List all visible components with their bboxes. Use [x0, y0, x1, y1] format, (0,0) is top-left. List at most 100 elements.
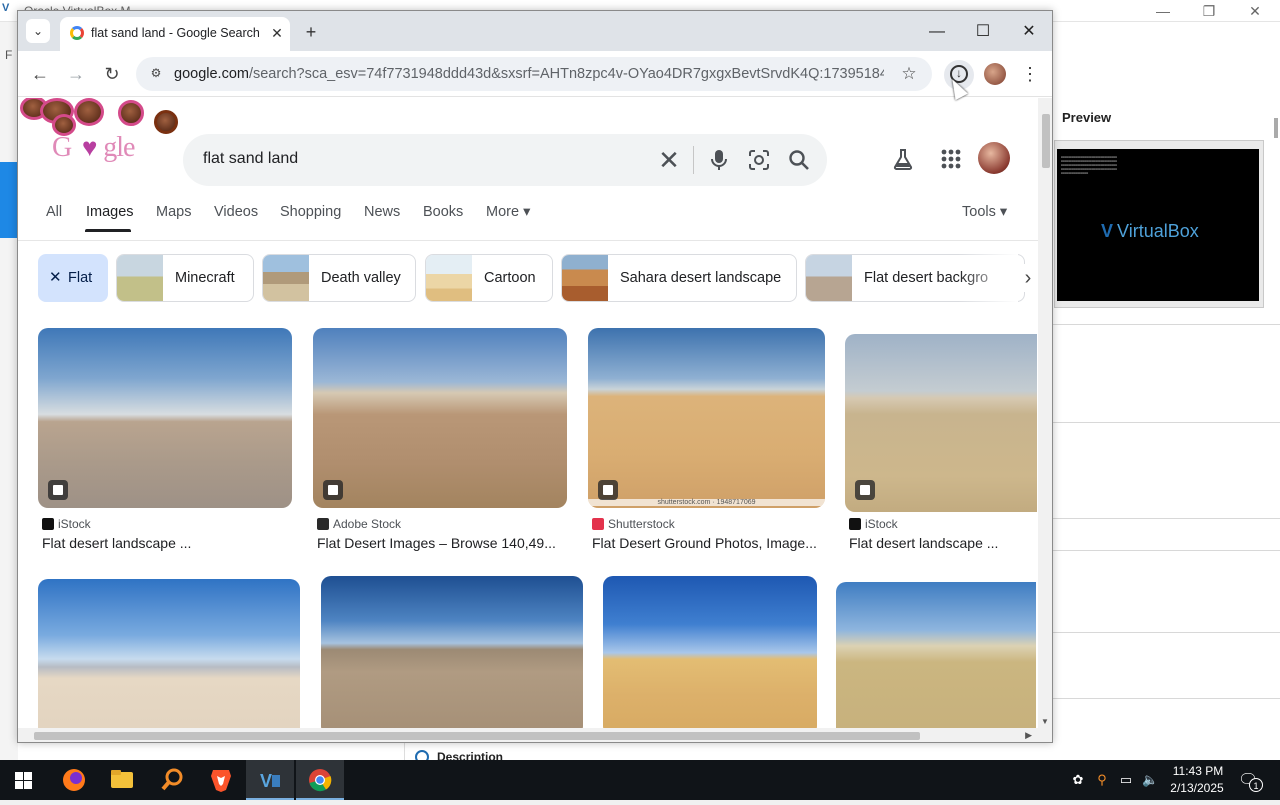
- voice-search-icon[interactable]: [705, 146, 733, 174]
- maximize-button[interactable]: ☐: [960, 19, 1006, 45]
- refinement-chips: ✕ Flat Minecraft Death valley Cartoon Sa…: [38, 254, 1038, 302]
- remove-chip-icon[interactable]: ✕: [49, 268, 62, 286]
- image-result[interactable]: [836, 582, 1046, 728]
- tab-books[interactable]: Books: [423, 204, 463, 220]
- result-image[interactable]: shutterstock.com · 1948717069: [588, 328, 825, 508]
- scroll-down-icon[interactable]: ▼: [1041, 717, 1049, 726]
- tab-images[interactable]: Images: [86, 204, 134, 220]
- virtualbox-menu-file[interactable]: F: [5, 48, 12, 62]
- virtualbox-selected-machine[interactable]: [0, 162, 18, 238]
- chip-cartoon[interactable]: Cartoon: [425, 254, 553, 302]
- brave-taskbar-icon[interactable]: [197, 760, 245, 800]
- clock-date[interactable]: 2/13/2025: [1166, 781, 1228, 795]
- result-source[interactable]: Shutterstock: [592, 517, 675, 531]
- result-source[interactable]: iStock: [42, 517, 91, 531]
- result-title[interactable]: Flat Desert Ground Photos, Image...: [592, 535, 817, 551]
- chrome-taskbar-icon[interactable]: [296, 760, 344, 800]
- virtualbox-scrollbar[interactable]: [1274, 118, 1278, 138]
- result-source[interactable]: Adobe Stock: [317, 517, 401, 531]
- result-image[interactable]: [603, 576, 817, 728]
- minimize-button[interactable]: —: [914, 19, 960, 45]
- labs-flask-icon[interactable]: [890, 146, 916, 172]
- result-image[interactable]: [321, 576, 583, 728]
- tab-close-icon[interactable]: ✕: [268, 24, 286, 42]
- virtualbox-close-button[interactable]: ✕: [1232, 0, 1278, 22]
- result-source[interactable]: iStock: [849, 517, 898, 531]
- image-result[interactable]: iStock Flat desert landscape ...: [845, 328, 1045, 558]
- google-doodle-logo[interactable]: Ggle ♥: [18, 98, 188, 173]
- chrome-menu-icon[interactable]: ⋮: [1020, 62, 1040, 86]
- result-title[interactable]: Flat desert landscape ...: [42, 535, 191, 551]
- network-icon[interactable]: ▭: [1118, 772, 1134, 788]
- search-taskbar-icon[interactable]: [148, 760, 196, 800]
- chip-label: Flat: [68, 270, 93, 286]
- file-explorer-taskbar-icon[interactable]: [98, 760, 146, 800]
- google-apps-icon[interactable]: [938, 146, 964, 172]
- chip-sahara-desert-landscape[interactable]: Sahara desert landscape: [561, 254, 797, 302]
- tab-videos[interactable]: Videos: [214, 204, 258, 220]
- tray-app-icon[interactable]: ✿: [1070, 772, 1086, 788]
- close-button[interactable]: ✕: [1006, 19, 1052, 45]
- back-button[interactable]: ←: [28, 62, 52, 86]
- tab-more[interactable]: More ▾: [486, 204, 530, 220]
- doodle-heart-icon: ♥: [82, 132, 98, 162]
- forward-button[interactable]: →: [64, 62, 88, 86]
- volume-icon[interactable]: 🔈: [1142, 772, 1158, 788]
- virtualbox-minimize-button[interactable]: —: [1140, 0, 1186, 22]
- google-account-avatar[interactable]: [978, 142, 1010, 174]
- start-button[interactable]: [0, 760, 48, 800]
- virtualbox-taskbar-icon[interactable]: V: [246, 760, 294, 800]
- chevron-right-icon[interactable]: ›: [1016, 264, 1038, 292]
- chip-minecraft[interactable]: Minecraft: [116, 254, 254, 302]
- site-info-icon[interactable]: ⚙: [148, 66, 164, 82]
- chip-flat[interactable]: ✕ Flat: [38, 254, 108, 302]
- image-icon: [855, 480, 875, 500]
- chip-death-valley[interactable]: Death valley: [262, 254, 416, 302]
- result-image[interactable]: [313, 328, 567, 508]
- tab-maps[interactable]: Maps: [156, 204, 191, 220]
- page-vertical-scrollbar[interactable]: ▼: [1038, 98, 1052, 728]
- address-bar[interactable]: ⚙ google.com/search?sca_esv=74f7731948dd…: [136, 57, 932, 91]
- new-tab-button[interactable]: +: [300, 21, 322, 43]
- search-box[interactable]: flat sand land ✕: [183, 134, 827, 186]
- tab-shopping[interactable]: Shopping: [280, 204, 341, 220]
- scrollbar-thumb[interactable]: [34, 732, 920, 740]
- clock-time[interactable]: 11:43 PM: [1170, 764, 1226, 778]
- result-image[interactable]: [836, 582, 1036, 728]
- tab-news[interactable]: News: [364, 204, 400, 220]
- image-result[interactable]: [603, 576, 819, 728]
- scroll-right-icon[interactable]: ▶: [1025, 730, 1032, 741]
- image-result[interactable]: iStock Flat desert landscape ...: [38, 328, 294, 558]
- clear-search-icon[interactable]: ✕: [655, 146, 683, 174]
- chip-thumbnail: [117, 255, 163, 301]
- scrollbar-thumb[interactable]: [1042, 114, 1050, 168]
- divider: [18, 240, 1038, 241]
- chip-thumbnail: [562, 255, 608, 301]
- result-title[interactable]: Flat desert landscape ...: [849, 535, 998, 551]
- result-image[interactable]: [38, 579, 300, 728]
- virtualbox-restore-button[interactable]: ❐: [1186, 0, 1232, 22]
- reload-button[interactable]: ↻: [100, 62, 124, 86]
- bookmark-star-icon[interactable]: ☆: [898, 63, 920, 85]
- tab-all[interactable]: All: [46, 204, 62, 220]
- virtualbox-brand-logo: V VirtualBox: [1101, 221, 1199, 241]
- chip-label: Sahara desert landscape: [620, 270, 782, 286]
- firefox-taskbar-icon[interactable]: [50, 760, 98, 800]
- image-result[interactable]: [321, 576, 585, 728]
- profile-avatar[interactable]: [984, 63, 1006, 85]
- result-image[interactable]: [38, 328, 292, 508]
- image-result[interactable]: [38, 579, 302, 728]
- url-text[interactable]: google.com/search?sca_esv=74f7731948ddd4…: [174, 66, 884, 82]
- chip-thumbnail: [806, 255, 852, 301]
- image-result[interactable]: shutterstock.com · 1948717069 Shuttersto…: [588, 328, 828, 558]
- page-horizontal-scrollbar[interactable]: ▶: [18, 728, 1052, 742]
- search-input[interactable]: flat sand land: [203, 150, 298, 168]
- tray-search-icon[interactable]: ⚲: [1094, 772, 1110, 788]
- lens-search-icon[interactable]: [745, 146, 773, 174]
- search-icon[interactable]: [785, 146, 813, 174]
- tools-button[interactable]: Tools ▾: [962, 204, 1007, 220]
- result-title[interactable]: Flat Desert Images – Browse 140,49...: [317, 535, 556, 551]
- tab-search-button[interactable]: ⌄: [26, 19, 50, 43]
- tab-google-search[interactable]: flat sand land - Google Search ✕: [60, 17, 290, 51]
- image-result[interactable]: Adobe Stock Flat Desert Images – Browse …: [313, 328, 569, 558]
